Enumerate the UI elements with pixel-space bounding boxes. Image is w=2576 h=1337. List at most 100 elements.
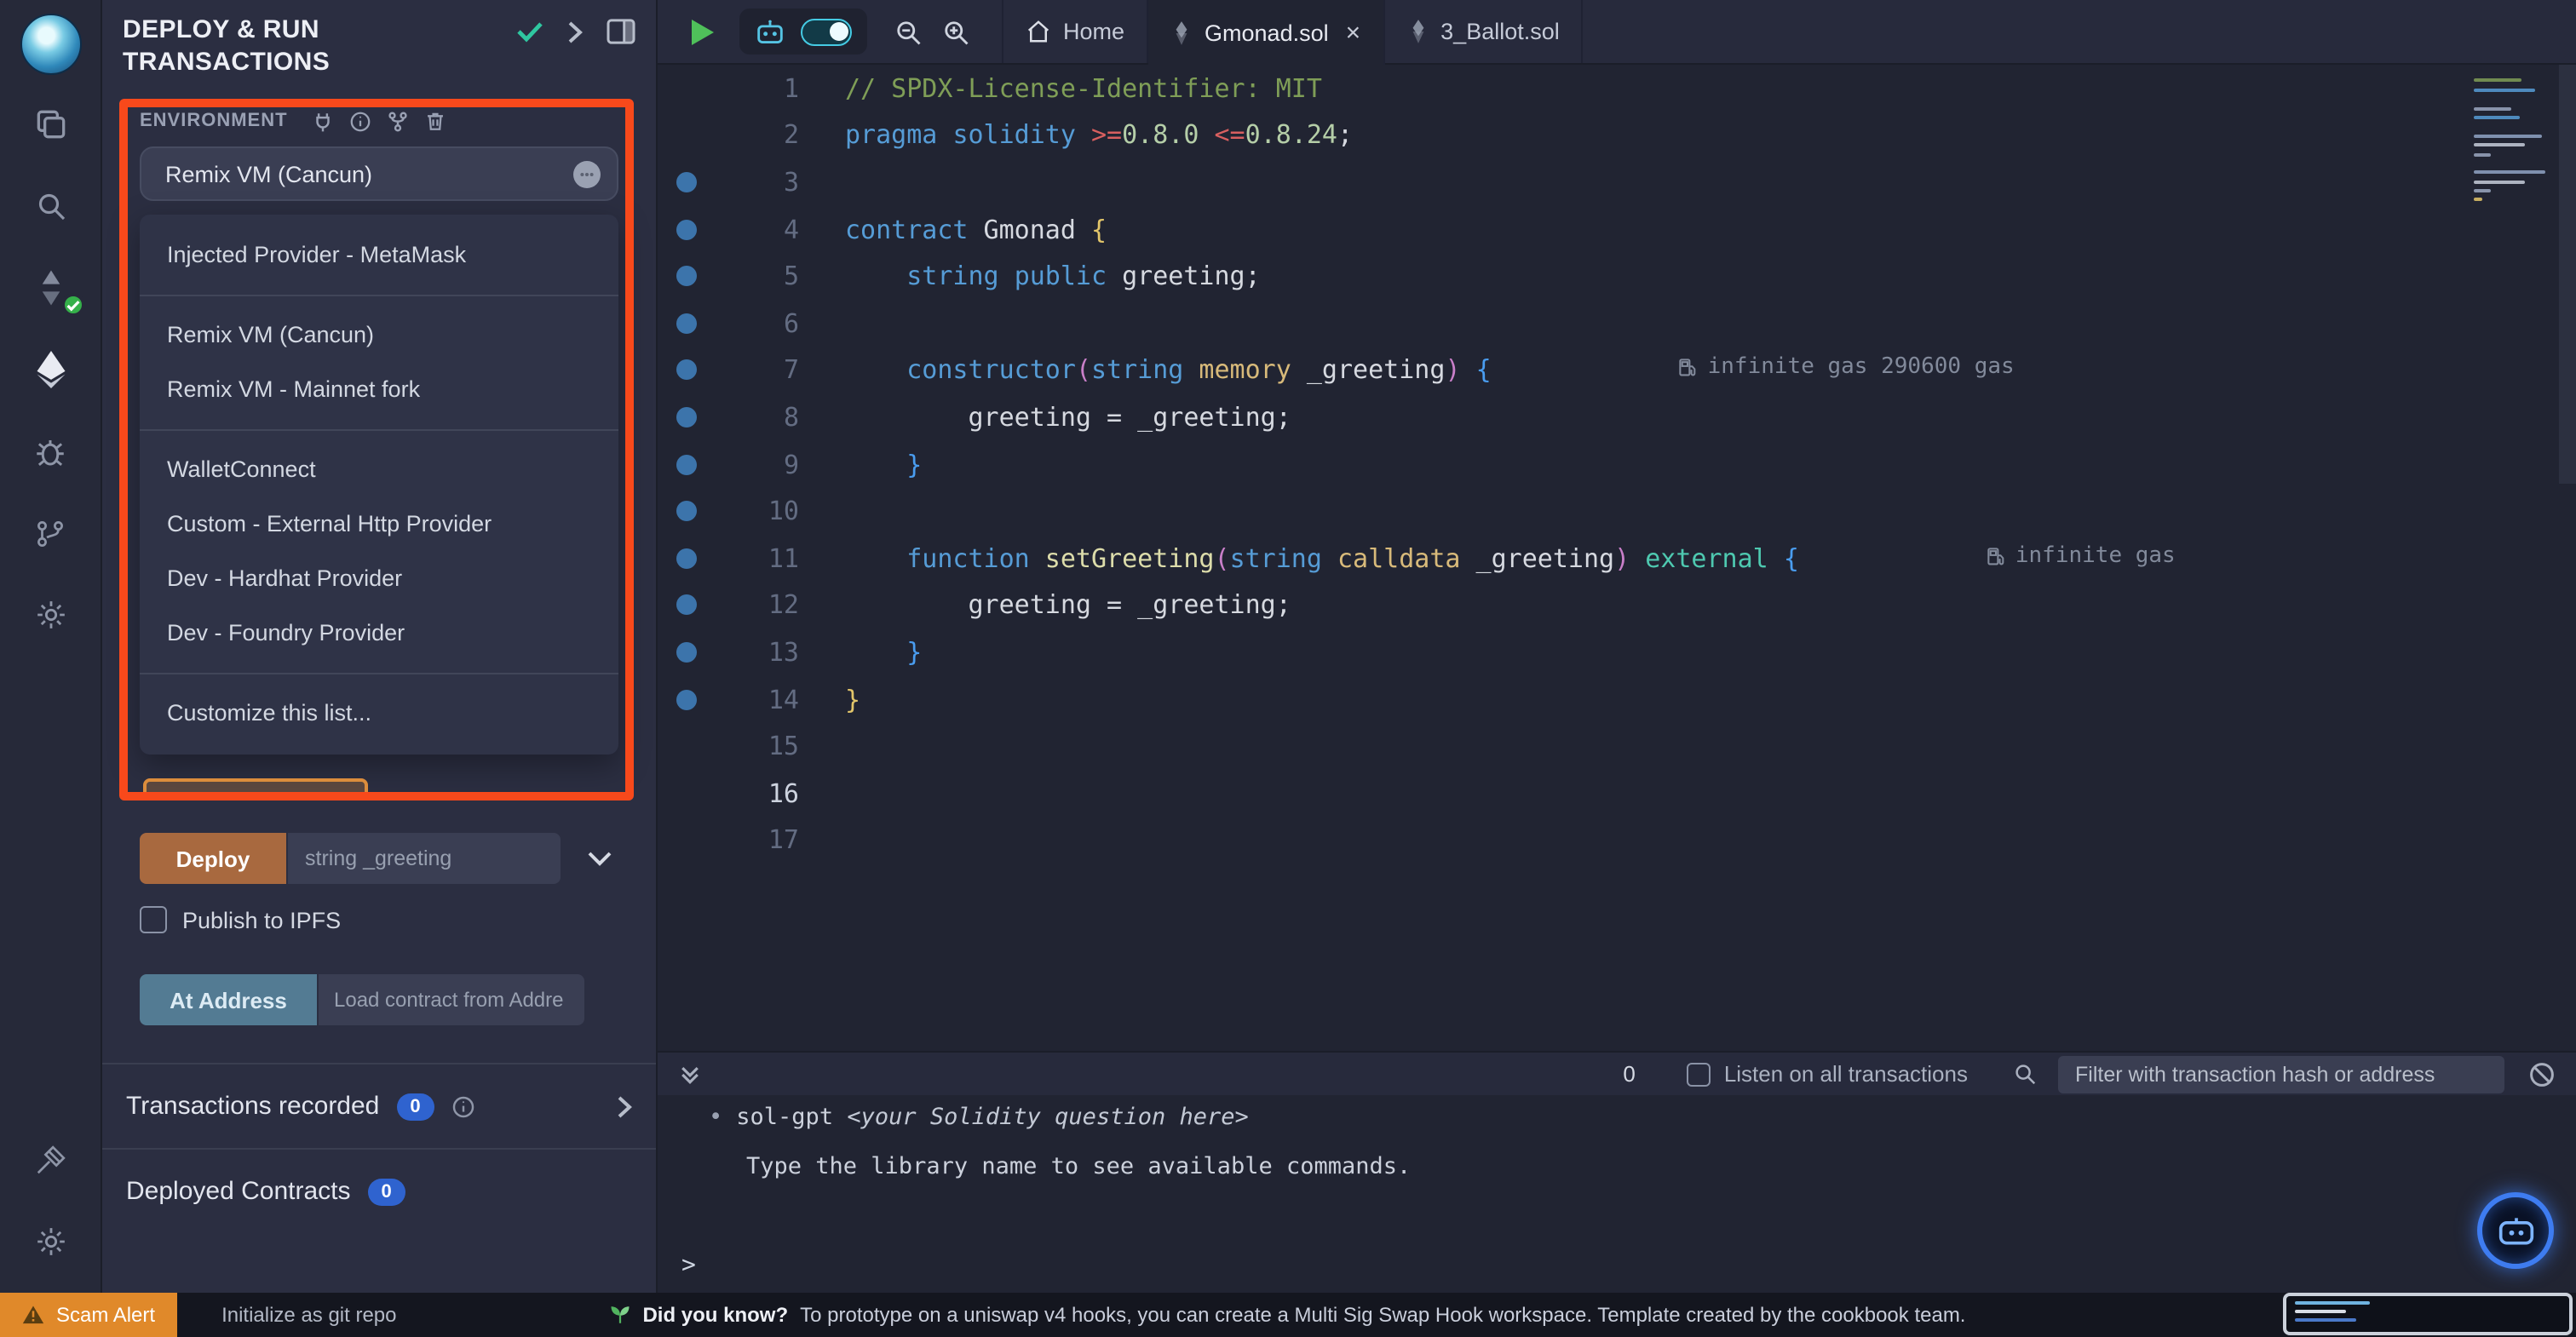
code-line[interactable]: 4 contract Gmonad { xyxy=(658,206,2576,253)
breakpoint-dot[interactable] xyxy=(676,313,697,334)
fork-icon[interactable] xyxy=(387,110,409,132)
breakpoint-dot[interactable] xyxy=(676,359,697,381)
env-option-injected-provider-metamask[interactable]: Injected Provider - MetaMask xyxy=(140,228,618,283)
zoom-out-icon[interactable] xyxy=(893,0,923,63)
info-icon[interactable] xyxy=(349,110,371,132)
code-line[interactable]: 11 function setGreeting(string calldata … xyxy=(658,535,2576,582)
tab-3-ballot-sol[interactable]: 3_Ballot.sol xyxy=(1384,0,1584,63)
environment-select[interactable]: Remix VM (Cancun) xyxy=(140,146,618,201)
breakpoint-dot[interactable] xyxy=(676,548,697,569)
breakpoint-dot[interactable] xyxy=(676,689,697,710)
line-number[interactable]: 3 xyxy=(710,167,799,198)
at-address-input[interactable] xyxy=(319,974,584,1025)
file-explorer-icon[interactable] xyxy=(23,100,78,148)
search-icon[interactable] xyxy=(2012,1061,2038,1087)
breakpoint-dot[interactable] xyxy=(676,454,697,475)
copilot-toggle[interactable] xyxy=(801,18,852,45)
line-number[interactable]: 14 xyxy=(710,684,799,714)
tab-home[interactable]: Home xyxy=(1002,0,1149,63)
minimap[interactable] xyxy=(2474,73,2549,208)
code-line[interactable]: 2 pragma solidity >=0.8.0 <=0.8.24; xyxy=(658,112,2576,158)
env-option-dev-foundry-provider[interactable]: Dev - Foundry Provider xyxy=(140,606,618,661)
code-line[interactable]: 3 xyxy=(658,158,2576,205)
code-line[interactable]: 10 xyxy=(658,488,2576,535)
deployed-contracts-row[interactable]: Deployed Contracts 0 xyxy=(123,1150,635,1233)
split-view-icon[interactable] xyxy=(607,19,635,44)
search-icon[interactable] xyxy=(23,182,78,230)
code-line[interactable]: 15 xyxy=(658,723,2576,770)
close-tab-icon[interactable]: × xyxy=(1346,20,1361,45)
publish-to-ipfs-row[interactable]: Publish to IPFS xyxy=(140,906,618,933)
env-option-customize-list[interactable]: Customize this list... xyxy=(140,686,618,741)
line-number[interactable]: 8 xyxy=(710,402,799,433)
line-number[interactable]: 1 xyxy=(710,73,799,104)
run-script-button[interactable] xyxy=(685,0,719,63)
breakpoint-dot[interactable] xyxy=(676,406,697,427)
line-number[interactable]: 10 xyxy=(710,496,799,526)
code-line[interactable]: 7 constructor(string memory _greeting) {… xyxy=(658,347,2576,393)
line-number[interactable]: 16 xyxy=(710,778,799,808)
init-git-repo-button[interactable]: Initialize as git repo xyxy=(221,1303,396,1327)
listen-checkbox[interactable] xyxy=(1686,1062,1711,1086)
tools-icon[interactable] xyxy=(23,1136,78,1184)
line-number[interactable]: 9 xyxy=(710,449,799,479)
deploy-run-icon[interactable] xyxy=(23,346,78,393)
line-number[interactable]: 11 xyxy=(710,542,799,573)
env-option-remix-vm-cancun[interactable]: Remix VM (Cancun) xyxy=(140,308,618,363)
trash-icon[interactable] xyxy=(424,109,446,133)
code-line[interactable]: 9 } xyxy=(658,441,2576,488)
breakpoint-dot[interactable] xyxy=(676,219,697,240)
code-line[interactable]: 5 string public greeting; xyxy=(658,253,2576,300)
line-number[interactable]: 4 xyxy=(710,214,799,244)
env-option-remix-vm-mainnet-fork[interactable]: Remix VM - Mainnet fork xyxy=(140,363,618,417)
line-number[interactable]: 13 xyxy=(710,637,799,668)
code-line[interactable]: 6 xyxy=(658,300,2576,347)
editor-scrollbar[interactable] xyxy=(2559,65,2576,484)
line-number[interactable]: 2 xyxy=(710,120,799,151)
remix-logo[interactable] xyxy=(20,14,81,75)
line-number[interactable]: 15 xyxy=(710,731,799,761)
collapse-terminal-icon[interactable] xyxy=(678,1062,702,1086)
breakpoint-dot[interactable] xyxy=(676,594,697,616)
line-number[interactable]: 5 xyxy=(710,261,799,291)
code-line[interactable]: 12 greeting = _greeting; xyxy=(658,582,2576,628)
publish-ipfs-checkbox[interactable] xyxy=(140,906,167,933)
tab-gmonad-sol[interactable]: Gmonad.sol × xyxy=(1148,0,1385,65)
code-editor[interactable]: 1 // SPDX-License-Identifier: MIT 2 pragma … xyxy=(658,65,2576,1051)
code-line[interactable]: 1 // SPDX-License-Identifier: MIT xyxy=(658,65,2576,112)
chevron-right-icon[interactable] xyxy=(617,1094,632,1118)
code-line[interactable]: 16 xyxy=(658,770,2576,817)
solidity-compiler-icon[interactable] xyxy=(23,264,84,317)
line-number[interactable]: 12 xyxy=(710,590,799,621)
debugger-icon[interactable] xyxy=(23,427,78,475)
code-line[interactable]: 17 xyxy=(658,817,2576,864)
env-option-dev-hardhat-provider[interactable]: Dev - Hardhat Provider xyxy=(140,552,618,606)
line-number[interactable]: 7 xyxy=(710,355,799,386)
breakpoint-dot[interactable] xyxy=(676,501,697,522)
zoom-in-icon[interactable] xyxy=(940,0,971,63)
git-icon[interactable] xyxy=(23,509,78,557)
breakpoint-dot[interactable] xyxy=(676,171,697,192)
scam-alert-badge[interactable]: Scam Alert xyxy=(0,1293,178,1337)
at-address-button[interactable]: At Address xyxy=(140,974,317,1025)
terminal[interactable]: • sol-gpt <your Solidity question here> T… xyxy=(658,1095,2576,1293)
line-number[interactable]: 17 xyxy=(710,825,799,856)
pip-thumbnail[interactable] xyxy=(2283,1293,2573,1335)
breakpoint-dot[interactable] xyxy=(676,641,697,663)
env-option-custom-external-http-provider[interactable]: Custom - External Http Provider xyxy=(140,497,618,552)
info-icon[interactable] xyxy=(451,1094,475,1118)
listen-all-transactions[interactable]: Listen on all transactions xyxy=(1686,1061,1968,1087)
plugin-manager-icon[interactable] xyxy=(23,591,78,639)
transactions-recorded-row[interactable]: Transactions recorded 0 xyxy=(123,1064,635,1148)
deploy-button[interactable]: Deploy xyxy=(140,833,286,884)
settings-icon[interactable] xyxy=(23,1218,78,1265)
remix-ai-assistant-button[interactable] xyxy=(2477,1192,2554,1269)
code-line[interactable]: 8 greeting = _greeting; xyxy=(658,393,2576,440)
clear-terminal-icon[interactable] xyxy=(2528,1060,2556,1087)
terminal-prompt[interactable]: > xyxy=(681,1252,696,1279)
code-line[interactable]: 14} xyxy=(658,675,2576,722)
transaction-filter-input[interactable] xyxy=(2058,1055,2504,1093)
code-line[interactable]: 13 } xyxy=(658,628,2576,675)
constructor-param-input[interactable] xyxy=(288,833,561,884)
breakpoint-dot[interactable] xyxy=(676,266,697,287)
